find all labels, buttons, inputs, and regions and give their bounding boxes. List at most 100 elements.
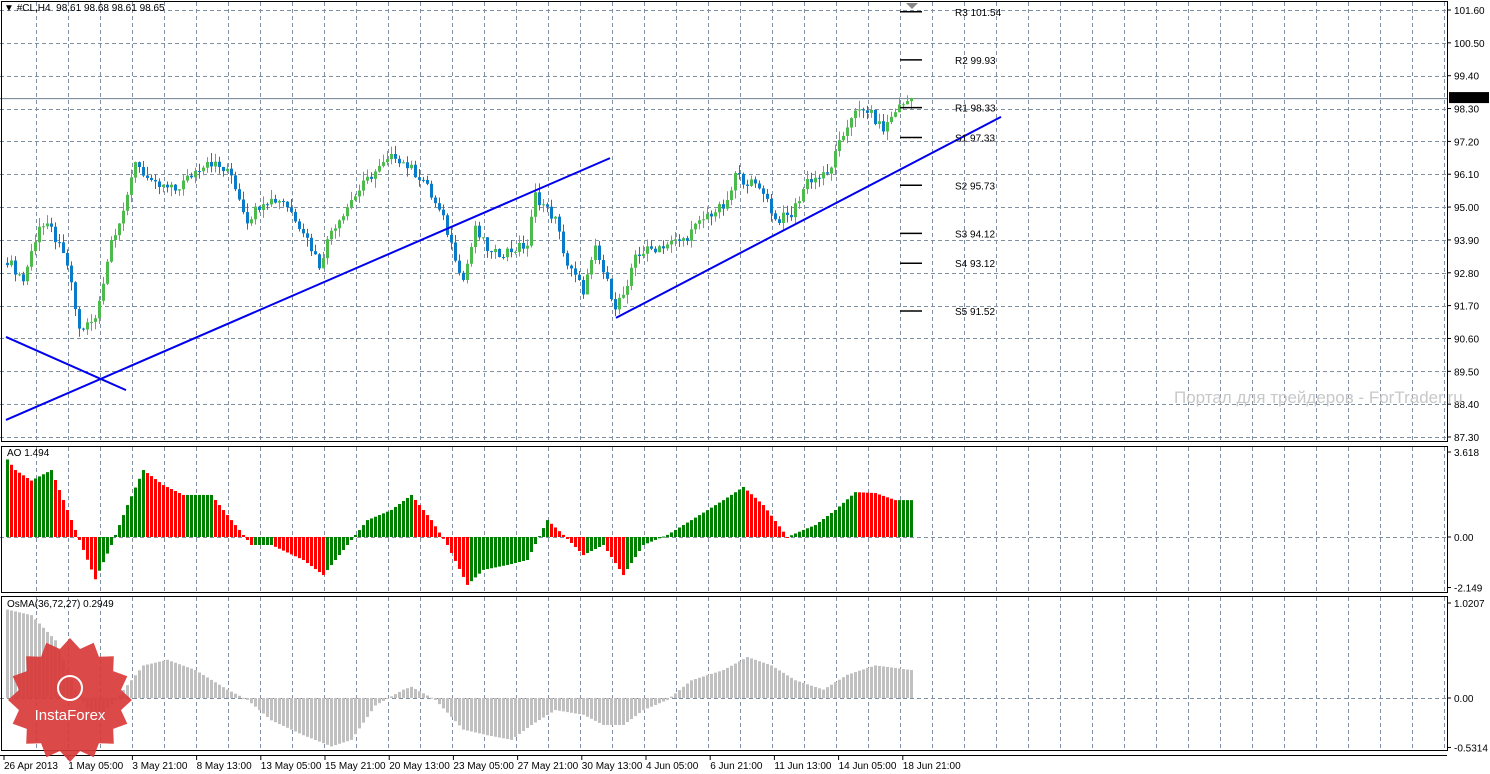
ao-bar [866, 492, 869, 537]
osma-bar [754, 659, 757, 698]
ao-bar [142, 470, 145, 537]
ao-bar [514, 537, 517, 563]
osma-bar [582, 698, 585, 715]
candle-bull [886, 122, 889, 132]
ao-bar [222, 510, 225, 537]
osma-bar [506, 698, 509, 740]
candle-bear [146, 175, 149, 178]
ao-bar [46, 472, 49, 537]
osma-bar [666, 698, 669, 700]
ao-bar [602, 537, 605, 545]
candle-bear [242, 199, 245, 213]
ao-bar [262, 537, 265, 545]
osma-bar [14, 611, 17, 698]
ao-bar [842, 502, 845, 537]
osma-bar [622, 698, 625, 725]
candle-bull [666, 244, 669, 249]
candle-bear [150, 177, 153, 180]
ao-bar [334, 537, 337, 561]
ao-bar [770, 515, 773, 537]
candle-bull [694, 223, 697, 230]
osma-bar [162, 660, 165, 698]
osma-bar [542, 698, 545, 718]
osma-bar [386, 698, 389, 699]
osma-bar [534, 698, 537, 723]
candle-bear [266, 204, 269, 206]
candle-bull [902, 104, 905, 106]
candle-bull [806, 179, 809, 190]
ao-bar [326, 537, 329, 571]
osma-bar [150, 663, 153, 698]
osma-bar [658, 698, 661, 704]
pivot-label: S5 91.52 [955, 307, 995, 318]
ao-bar [362, 525, 365, 537]
ao-bar [82, 537, 85, 550]
ao-bar [810, 526, 813, 537]
candle-bull [334, 228, 337, 231]
osma-bar [710, 673, 713, 698]
ao-bar [890, 498, 893, 537]
ao-bar [638, 537, 641, 552]
candle-bull [506, 248, 509, 258]
osma-bar [494, 698, 497, 737]
osma-bar [678, 690, 681, 698]
candle-bull [470, 247, 473, 264]
candle-bear [230, 168, 233, 176]
ao-bar [626, 537, 629, 570]
osma-bar [562, 698, 565, 712]
candle-bear [862, 109, 865, 111]
ao-bar [318, 537, 321, 573]
osma-bar [402, 689, 405, 698]
osma-bar [194, 670, 197, 698]
ao-bar [226, 515, 229, 537]
ao-bar [886, 497, 889, 537]
candle-bear [546, 204, 549, 207]
ao-bar [838, 506, 841, 537]
osma-bar [598, 698, 601, 723]
ao-bar [102, 537, 105, 563]
ao-bar [550, 523, 553, 537]
candle-bull [794, 203, 797, 218]
candle-bull [626, 285, 629, 295]
ao-bar [502, 537, 505, 566]
osma-bar [186, 667, 189, 698]
osma-bar [370, 698, 373, 712]
osma-bar [766, 664, 769, 698]
ao-bar [270, 537, 273, 545]
candle-bear [6, 262, 9, 266]
osma-bar [418, 691, 421, 698]
osma-bar [706, 675, 709, 698]
ao-bar [138, 478, 141, 537]
candle-bear [462, 272, 465, 280]
candle-bull [350, 200, 353, 208]
candle-bull [194, 171, 197, 178]
x-tick-label: 8 May 13:00 [197, 761, 252, 772]
osma-bar [414, 689, 417, 698]
candle-bull [114, 235, 117, 240]
osma-bar [722, 670, 725, 698]
osma-bar [406, 688, 409, 698]
instaforex-logo: InstaForex [8, 638, 132, 762]
candle-bull [718, 204, 721, 213]
symbol-label: #CL,H4 [16, 3, 51, 14]
osma-bar [718, 671, 721, 698]
osma-bar [222, 687, 225, 698]
ao-bar [50, 470, 53, 537]
osma-bar [890, 667, 893, 698]
logo-text: InstaForex [35, 707, 106, 724]
ao-bar [630, 537, 633, 564]
osma-bar [906, 669, 909, 698]
x-tick-label: 1 May 05:00 [68, 761, 123, 772]
y-tick-label: 96.10 [1454, 170, 1479, 181]
candle-bull [594, 245, 597, 260]
ao-bar [182, 494, 185, 537]
ao-bar [482, 537, 485, 570]
osma-bar [202, 674, 205, 698]
candle-bear [550, 206, 553, 219]
osma-bar [466, 698, 469, 731]
candle-bear [258, 206, 261, 210]
candle-bear [558, 216, 561, 232]
triangle-down-icon[interactable]: ▼ [4, 3, 14, 14]
candle-bear [246, 212, 249, 224]
osma-bar [870, 666, 873, 698]
